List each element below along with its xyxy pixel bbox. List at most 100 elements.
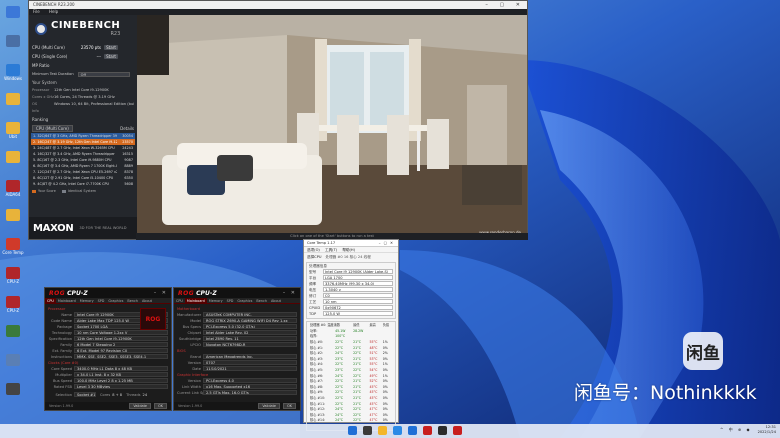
cinebench-titlebar[interactable]: CINEBENCH R23.200 – ▢ ✕	[29, 1, 527, 9]
ranking-score: 5608	[124, 182, 133, 186]
coretemp-titlebar[interactable]: Core Temp 1.17 –▢✕	[304, 240, 398, 247]
maxon-tagline: 3D FOR THE REAL WORLD	[79, 226, 127, 230]
field-value: American Megatrends Inc.	[203, 354, 297, 359]
field-value: 6 Ext. Model 97 Revision C0	[74, 348, 168, 353]
window-controls[interactable]: – ✕	[154, 290, 168, 296]
window-controls[interactable]: – ▢ ✕	[485, 1, 525, 9]
desktop-icon[interactable]: CPU-Z	[2, 265, 24, 295]
test-name: MP Ratio	[32, 63, 50, 68]
start-single-button[interactable]: Start	[104, 54, 118, 59]
desktop-icon[interactable]	[2, 33, 24, 63]
validate-button[interactable]: Validate	[258, 403, 281, 409]
field-value: 2.5 GT/s Max. 16.0 GT/s	[203, 390, 297, 395]
desktop-icon[interactable]	[2, 4, 24, 34]
desktop-icon[interactable]: Windows	[2, 62, 24, 92]
tab-graphics[interactable]: Graphics	[235, 298, 254, 303]
tab-about[interactable]: About	[269, 298, 283, 303]
test-score: ---	[96, 54, 101, 59]
field-value: 12th Gen Intel Core i9-12900K	[74, 336, 168, 341]
tab-cpu[interactable]: CPU	[174, 298, 185, 303]
taskbar-app-icon[interactable]	[363, 426, 372, 435]
tab-mainboard[interactable]: Mainboard	[184, 298, 207, 303]
desktop-icon[interactable]	[2, 323, 24, 353]
cinebench-logo-icon	[35, 23, 47, 35]
menu-options[interactable]: 选项(O)	[307, 248, 320, 252]
ok-button[interactable]: OK	[154, 403, 167, 409]
tab-memory[interactable]: Memory	[207, 298, 225, 303]
tab-bench[interactable]: Bench	[125, 298, 140, 303]
field-value: MMX, SSE, SSE2, SSE3, SSSE3, SSE4.1	[74, 354, 168, 359]
cinebench-logo: CINEBENCH R23	[29, 15, 137, 43]
taskbar-app-icon[interactable]	[453, 426, 462, 435]
ranking-name: 9. 4C/8T @ 4.2 GHz, Intel Core i7-7700K …	[33, 182, 109, 186]
test-score: 23570 pts	[80, 45, 101, 50]
taskbar-app-icon[interactable]	[393, 426, 402, 435]
desktop-app-icon	[6, 296, 20, 308]
cores-value: 8 + 8	[112, 393, 123, 397]
render-viewport: www.renderbaron.de	[137, 15, 527, 239]
system-info-value: 16 Cores, 24 Threads @ 3.19 GHz	[54, 95, 115, 99]
info-value: LGA 1700	[323, 275, 393, 280]
menu-help[interactable]: 帮助(H)	[342, 248, 355, 252]
tab-spd[interactable]: SPD	[225, 298, 236, 303]
test-row-single: CPU (Single Core) --- Start	[29, 52, 137, 61]
desktop-icon[interactable]: Ubit	[2, 120, 24, 150]
details-button[interactable]: Details	[120, 126, 134, 131]
desktop-app-icon	[6, 325, 20, 337]
start-multi-button[interactable]: Start	[104, 45, 118, 50]
desktop-icon[interactable]	[2, 381, 24, 411]
ranking-row[interactable]: 9. 4C/8T @ 4.2 GHz, Intel Core i7-7700K …	[31, 181, 135, 187]
tab-bench[interactable]: Bench	[254, 298, 269, 303]
menu-tools[interactable]: 工具(T)	[325, 248, 337, 252]
graphic-interface-fields: Version PCI-Express 4.0 Link Width x16 Max.…	[177, 378, 297, 396]
temperature-table: 处理器 #0: 温度读数 最低 最高 负载 功率: 45.1W 28.2W 临界: 10…	[309, 323, 393, 429]
cinebench-version: R23	[110, 31, 121, 37]
info-value: C0	[323, 293, 393, 298]
taskbar-app-icon[interactable]	[408, 426, 417, 435]
field-value: Intel Z690 Rev. 11	[203, 336, 297, 341]
clock[interactable]: 12:31 2022/1/24	[758, 425, 776, 435]
cpuz-version: Version 1.99.0	[49, 404, 74, 408]
validate-button[interactable]: Validate	[129, 403, 152, 409]
desktop-icon[interactable]: CPU-Z	[2, 294, 24, 324]
system-tray: ^ 中 ⊕ ◆ 12:31 2022/1/24	[720, 425, 776, 435]
window-controls[interactable]: – ✕	[283, 290, 297, 296]
desktop-icon[interactable]: AIDA64	[2, 178, 24, 208]
taskbar-app-icon[interactable]	[378, 426, 387, 435]
taskbar-apps	[348, 426, 468, 435]
threads-label: Threads	[126, 393, 141, 397]
system-info-key: Cores x GHz	[32, 95, 54, 99]
desktop-icon[interactable]	[2, 352, 24, 382]
taskbar-app-icon[interactable]	[348, 426, 357, 435]
window-controls[interactable]: –▢✕	[379, 240, 396, 247]
tray-icons[interactable]: ^ 中 ⊕ ◆	[720, 427, 752, 433]
desktop-app-icon	[6, 6, 20, 18]
min-test-select[interactable]: Off	[77, 71, 130, 77]
test-name: CPU (Multi Core)	[32, 45, 65, 50]
desktop-icon[interactable]	[2, 91, 24, 121]
selection-dropdown[interactable]: Socket #1	[74, 392, 96, 397]
render-scene-image	[137, 15, 527, 239]
taskbar-app-icon[interactable]	[438, 426, 447, 435]
tab-memory[interactable]: Memory	[78, 298, 96, 303]
test-row-mp-ratio: MP Ratio	[29, 61, 137, 70]
cpuz-header[interactable]: ROG CPU-Z – ✕	[45, 288, 171, 298]
desktop-icon[interactable]	[2, 149, 24, 179]
min-test-duration: Minimum Test Duration Off	[29, 70, 137, 78]
cpu-select-info[interactable]: 处理器 #0 16 核心 24 线程	[326, 254, 371, 259]
cpuz-header[interactable]: ROG CPU-Z – ✕	[174, 288, 300, 298]
desktop-icon[interactable]	[2, 207, 24, 237]
ok-button[interactable]: OK	[283, 403, 296, 409]
tab-about[interactable]: About	[140, 298, 154, 303]
desktop-icon[interactable]: Core Temp	[2, 236, 24, 266]
tab-mainboard[interactable]: Mainboard	[56, 298, 78, 303]
menu-file[interactable]: File	[33, 9, 40, 14]
info-value: 0x90672	[323, 305, 393, 310]
tab-cpu[interactable]: CPU	[45, 298, 56, 303]
tab-graphics[interactable]: Graphics	[106, 298, 125, 303]
tab-spd[interactable]: SPD	[96, 298, 107, 303]
field-label: Current Link Speed	[177, 391, 212, 395]
menu-help[interactable]: Help	[49, 9, 58, 14]
taskbar-app-icon[interactable]	[423, 426, 432, 435]
ranking-select[interactable]: CPU (Multi Core)	[32, 125, 73, 132]
